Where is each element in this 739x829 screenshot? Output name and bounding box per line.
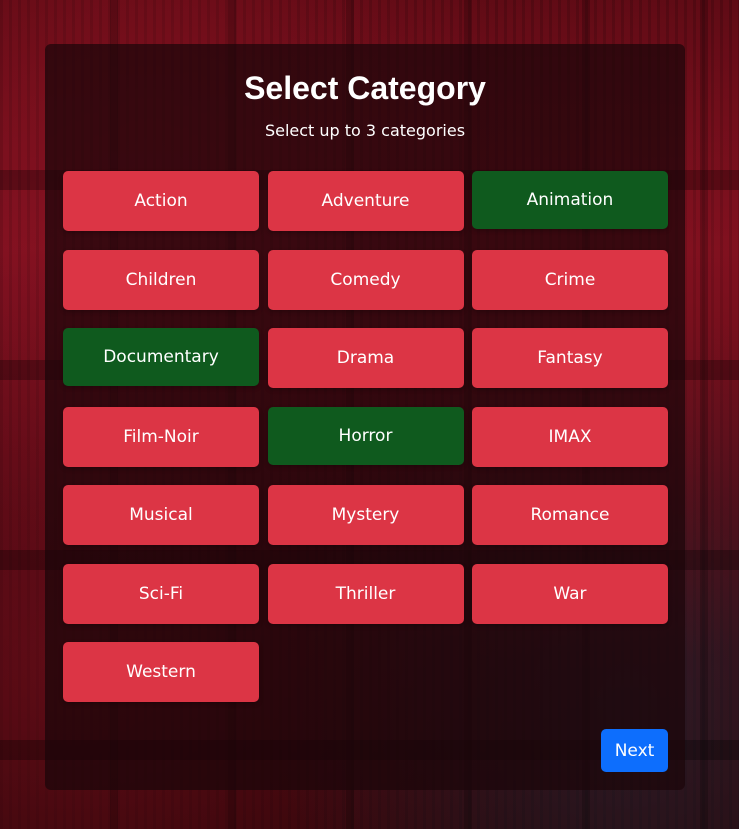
category-button-romance[interactable]: Romance: [472, 485, 668, 545]
category-button-crime[interactable]: Crime: [472, 249, 668, 310]
category-button-children[interactable]: Children: [63, 249, 259, 310]
category-panel: Select Category Select up to 3 categorie…: [45, 44, 685, 790]
next-button[interactable]: Next: [601, 729, 668, 772]
category-button-horror[interactable]: Horror: [267, 406, 464, 465]
category-button-film-noir[interactable]: Film-Noir: [63, 406, 259, 467]
category-button-musical[interactable]: Musical: [63, 485, 259, 545]
category-button-comedy[interactable]: Comedy: [267, 249, 464, 310]
category-button-western[interactable]: Western: [63, 642, 259, 702]
category-button-action[interactable]: Action: [63, 171, 259, 231]
category-button-sci-fi[interactable]: Sci-Fi: [63, 563, 259, 624]
category-button-documentary[interactable]: Documentary: [63, 328, 259, 386]
category-button-adventure[interactable]: Adventure: [267, 171, 464, 231]
category-button-mystery[interactable]: Mystery: [267, 485, 464, 545]
category-button-fantasy[interactable]: Fantasy: [472, 328, 668, 388]
category-button-imax[interactable]: IMAX: [472, 406, 668, 467]
category-grid: Action Adventure Animation Children Come…: [63, 171, 668, 702]
category-button-animation[interactable]: Animation: [472, 171, 668, 229]
category-button-war[interactable]: War: [472, 563, 668, 624]
category-button-thriller[interactable]: Thriller: [267, 563, 464, 624]
page-title: Select Category: [244, 70, 486, 106]
category-button-drama[interactable]: Drama: [267, 328, 464, 388]
page-subtitle: Select up to 3 categories: [264, 121, 466, 140]
